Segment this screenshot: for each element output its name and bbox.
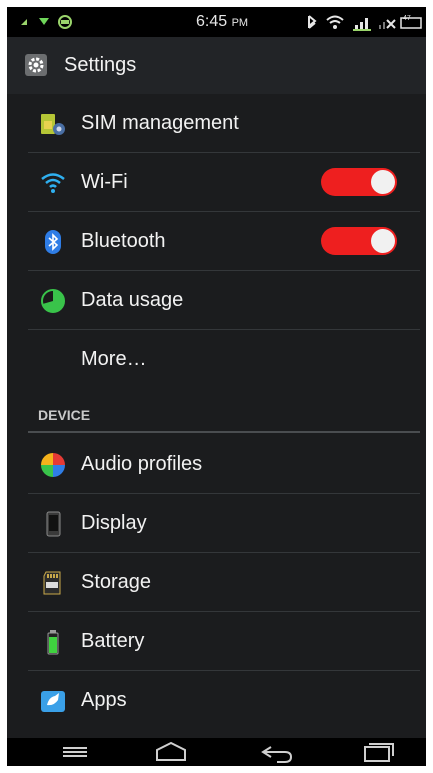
settings-item-label: Data usage [81,289,184,311]
toggle-knob [371,170,395,194]
recent-apps-icon[interactable] [347,738,407,766]
settings-item-display[interactable]: Display [7,494,426,552]
settings-item-wifi[interactable]: Wi-Fi [7,153,426,211]
audio-profiles-icon [41,453,65,477]
page-title: Settings [64,54,137,76]
settings-item-data-usage[interactable]: Data usage [7,271,426,329]
settings-item-label: Apps [81,689,127,711]
settings-item-battery[interactable]: Battery [7,612,426,670]
sd-card-icon [43,571,61,595]
settings-item-label: Battery [81,630,145,652]
notification-icons [21,15,72,29]
home-icon[interactable] [141,738,201,766]
settings-item-label: SIM management [81,112,239,134]
clock: 6:45 PM [196,13,248,31]
data-usage-icon [41,289,65,313]
settings-app-icon [25,54,47,76]
settings-item-label: Bluetooth [81,230,166,252]
section-header-device: DEVICE [38,407,91,423]
settings-item-label: Wi-Fi [81,171,128,193]
toggle-knob [371,229,395,253]
settings-item-label: More… [81,348,147,370]
sim-card-icon [41,114,65,135]
wifi-toggle[interactable] [321,168,397,196]
battery-level-text: 47 [403,15,411,22]
gear-icon [28,57,44,73]
battery-icon [47,630,59,655]
settings-item-audio-profiles[interactable]: Audio profiles [7,435,426,493]
bluetooth-toggle[interactable] [321,227,397,255]
clock-time: 6:45 [196,13,228,30]
status-bar: 6:45 PM 47 [7,7,426,37]
settings-item-more[interactable]: More… [7,330,426,388]
menu-icon[interactable] [45,738,105,766]
apps-icon [41,691,65,712]
settings-item-storage[interactable]: Storage [7,553,426,611]
navigation-bar [7,738,426,766]
settings-item-label: Audio profiles [81,453,203,475]
settings-item-bluetooth[interactable]: Bluetooth [7,212,426,270]
settings-item-label: Display [81,512,147,534]
phone-screen: 6:45 PM 47 Settings SIM management Wi-Fi… [7,7,426,766]
display-icon [46,511,61,537]
settings-item-label: Storage [81,571,152,593]
wifi-icon [41,173,65,193]
section-divider [28,431,420,433]
settings-item-apps[interactable]: Apps [7,671,426,729]
back-icon[interactable] [247,738,307,766]
bluetooth-icon [45,230,61,254]
clock-ampm: PM [231,17,249,29]
action-bar: Settings [7,37,426,94]
settings-item-sim-management[interactable]: SIM management [7,94,426,152]
